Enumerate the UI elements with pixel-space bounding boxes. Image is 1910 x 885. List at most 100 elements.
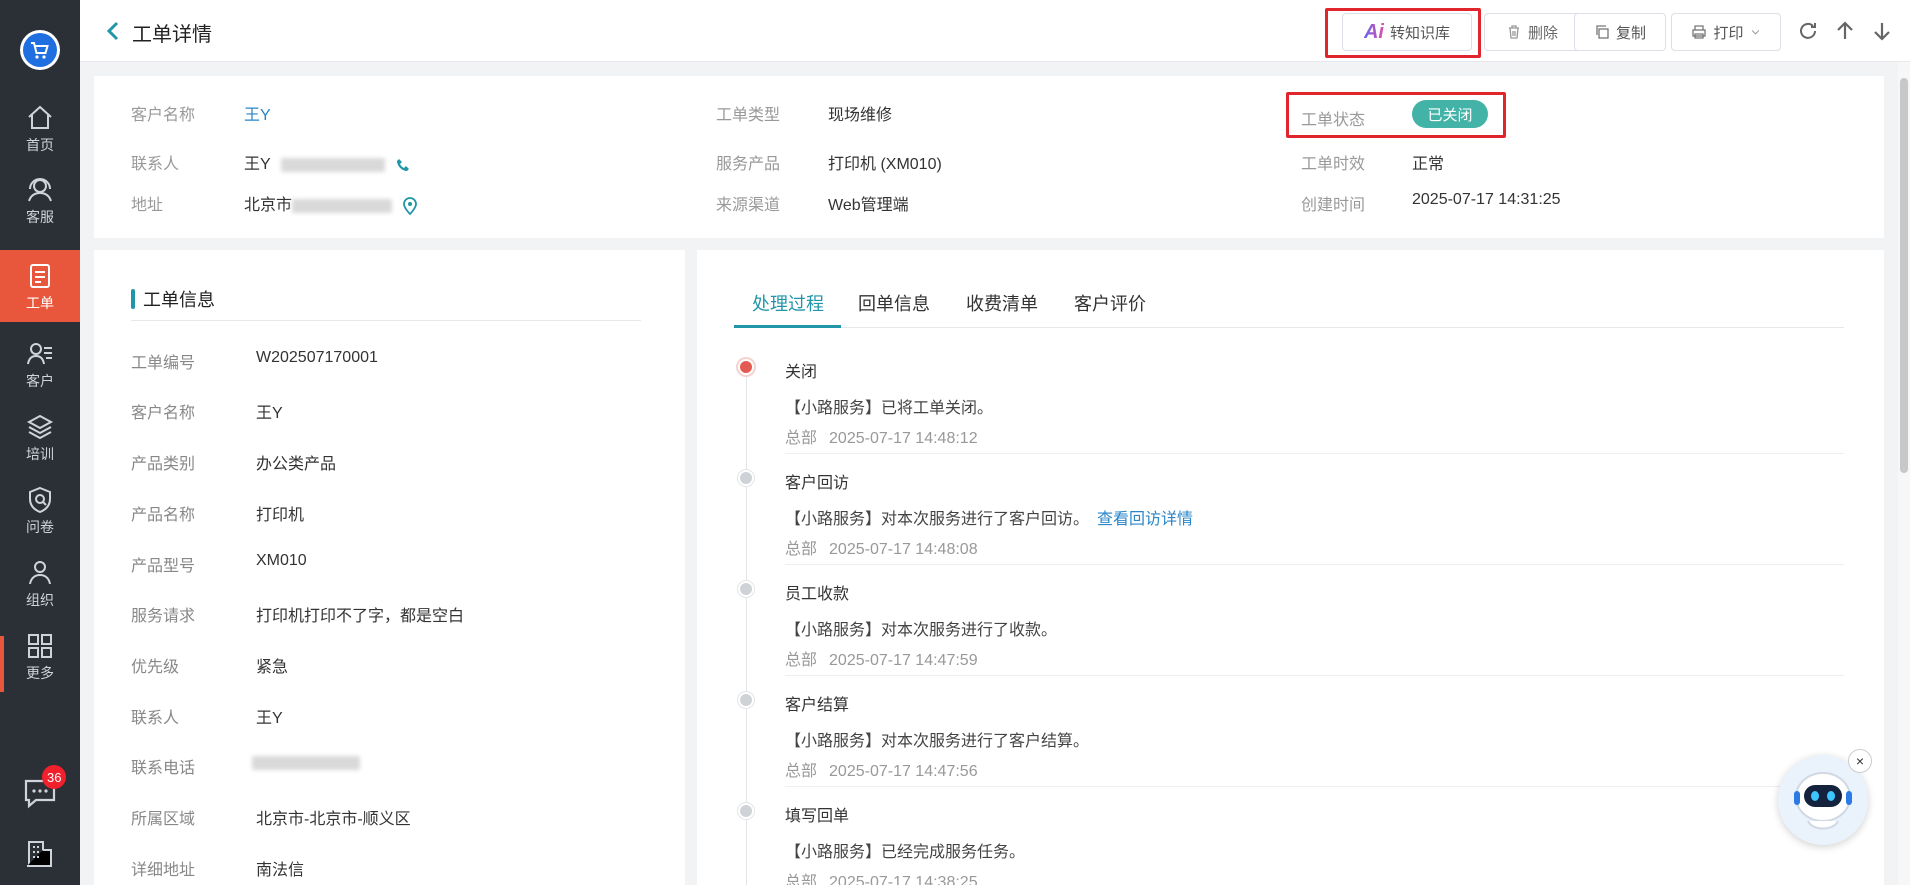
info-row-value: 紧急 <box>256 659 289 676</box>
event-title: 客户结算 <box>785 697 850 714</box>
created-label: 创建时间 <box>1301 197 1366 214</box>
info-row-label: 服务请求 <box>131 608 196 625</box>
chevron-down-icon <box>1751 29 1759 35</box>
event-meta: 总部 2025-07-17 14:48:12 <box>785 430 978 447</box>
info-row-label: 产品型号 <box>131 558 196 575</box>
event-desc: 【小路服务】对本次服务进行了客户回访。 查看回访详情 <box>785 511 1194 528</box>
print-button-label: 打印 <box>1713 24 1744 42</box>
created-value: 2025-07-17 14:31:25 <box>1412 191 1561 208</box>
info-row-label: 产品名称 <box>131 507 196 524</box>
event-title: 填写回单 <box>785 808 850 825</box>
sidebar-item-service[interactable]: 客服 <box>0 164 80 236</box>
arrow-up-icon[interactable] <box>1834 20 1856 42</box>
event-separator <box>785 453 1844 454</box>
redacted-address <box>292 198 393 213</box>
info-row-label: 联系电话 <box>131 760 196 777</box>
event-meta: 总部 2025-07-17 14:47:56 <box>785 763 978 780</box>
redacted-phone <box>280 157 385 172</box>
type-value: 现场维修 <box>828 107 893 124</box>
back-arrow-icon[interactable] <box>105 21 121 41</box>
arrow-down-icon[interactable] <box>1871 20 1893 42</box>
survey-icon <box>29 486 51 514</box>
headset-icon <box>28 178 52 202</box>
location-pin-icon[interactable] <box>402 196 418 216</box>
phone-icon[interactable] <box>395 157 411 173</box>
contact-name: 王Y <box>244 156 271 173</box>
info-title: 工单信息 <box>143 290 215 310</box>
event-separator <box>785 675 1844 676</box>
event-desc: 【小路服务】已经完成服务任务。 <box>785 844 1026 861</box>
customer-label: 客户名称 <box>131 107 196 124</box>
event-desc: 【小路服务】已将工单关闭。 <box>785 400 994 417</box>
sla-value: 正常 <box>1412 156 1445 173</box>
contact-value: 王Y <box>244 150 411 174</box>
tab-charges[interactable]: 收费清单 <box>966 290 1038 316</box>
close-icon[interactable]: × <box>1848 749 1872 773</box>
refresh-icon[interactable] <box>1797 20 1819 42</box>
sidebar-item-label: 问卷 <box>26 519 54 535</box>
channel-label: 来源渠道 <box>716 197 781 214</box>
sidebar-item-org[interactable]: 组织 <box>0 547 80 619</box>
scrollbar-thumb[interactable] <box>1900 78 1908 473</box>
layers-icon <box>26 414 54 440</box>
tab-process[interactable]: 处理过程 <box>752 290 824 316</box>
sidebar-item-label: 客服 <box>26 209 54 225</box>
info-row-value: 王Y <box>256 710 283 727</box>
sidebar-item-ticket[interactable]: 工单 <box>0 250 80 322</box>
info-row-value: 办公类产品 <box>256 456 337 473</box>
tab-receipt[interactable]: 回单信息 <box>858 290 930 316</box>
copy-icon <box>1596 25 1609 39</box>
trash-icon <box>1508 25 1519 39</box>
cart-logo-icon[interactable] <box>20 30 60 70</box>
delete-button[interactable]: 删除 <box>1484 13 1580 51</box>
info-row-label: 产品类别 <box>131 456 196 473</box>
home-icon <box>28 105 52 129</box>
info-row-value: XM010 <box>256 552 307 569</box>
timeline-dot <box>738 803 754 819</box>
info-row-label: 详细地址 <box>131 862 196 879</box>
tab-bar: 处理过程 回单信息 收费清单 客户评价 <box>734 278 1844 328</box>
sidebar-item-customer[interactable]: 客户 <box>0 328 80 400</box>
contact-label: 联系人 <box>131 156 180 173</box>
page-title: 工单详情 <box>132 24 212 46</box>
event-separator <box>785 786 1844 787</box>
sidebar-item-home[interactable]: 首页 <box>0 92 80 164</box>
product-label: 服务产品 <box>716 156 781 173</box>
sidebar-item-label: 首页 <box>26 137 54 153</box>
info-customer-link[interactable]: 王Y <box>256 399 283 423</box>
event-meta: 总部 2025-07-17 14:38:25 <box>785 874 978 885</box>
info-row-label: 客户名称 <box>131 405 196 422</box>
event-title: 员工收款 <box>785 586 850 603</box>
sidebar-item-label: 培训 <box>26 446 54 462</box>
info-row-value: 南法信 <box>256 862 305 879</box>
info-row-value: 打印机打印不了字，都是空白 <box>256 608 465 625</box>
highlight-box-status <box>1286 92 1506 138</box>
sidebar: 首页 客服 工单 客户 培训 问卷 组织 更多 36 <box>0 0 80 885</box>
event-title: 客户回访 <box>785 475 850 492</box>
customer-icon <box>27 343 52 365</box>
delete-button-label: 删除 <box>1527 24 1558 42</box>
sidebar-item-training[interactable]: 培训 <box>0 401 80 473</box>
channel-value: Web管理端 <box>828 197 909 214</box>
active-tab-indicator <box>734 325 841 328</box>
print-button[interactable]: 打印 <box>1671 13 1781 51</box>
building-icon[interactable] <box>24 838 56 870</box>
event-desc: 【小路服务】对本次服务进行了客户结算。 <box>785 733 1090 750</box>
address-value: 北京市 <box>244 191 418 216</box>
timeline-dot <box>738 470 754 486</box>
address-label: 地址 <box>131 197 164 214</box>
info-row-value: 北京市-北京市-顺义区 <box>256 811 411 828</box>
ticket-info-card: 工单信息 工单编号 W202507170001 客户名称 王Y 产品类别 办公类… <box>94 250 685 885</box>
event-separator <box>785 564 1844 565</box>
sidebar-item-more[interactable]: 更多 <box>0 620 80 692</box>
team-icon <box>29 561 51 585</box>
timeline-dot <box>738 581 754 597</box>
copy-button[interactable]: 复制 <box>1574 13 1666 51</box>
sidebar-item-survey[interactable]: 问卷 <box>0 474 80 546</box>
customer-link[interactable]: 王Y <box>244 101 271 125</box>
event-desc: 【小路服务】对本次服务进行了收款。 <box>785 622 1058 639</box>
view-revisit-link[interactable]: 查看回访详情 <box>1097 511 1193 528</box>
redacted-phone-number <box>252 754 360 772</box>
address-city: 北京市 <box>244 197 293 214</box>
tab-rating[interactable]: 客户评价 <box>1074 290 1146 316</box>
